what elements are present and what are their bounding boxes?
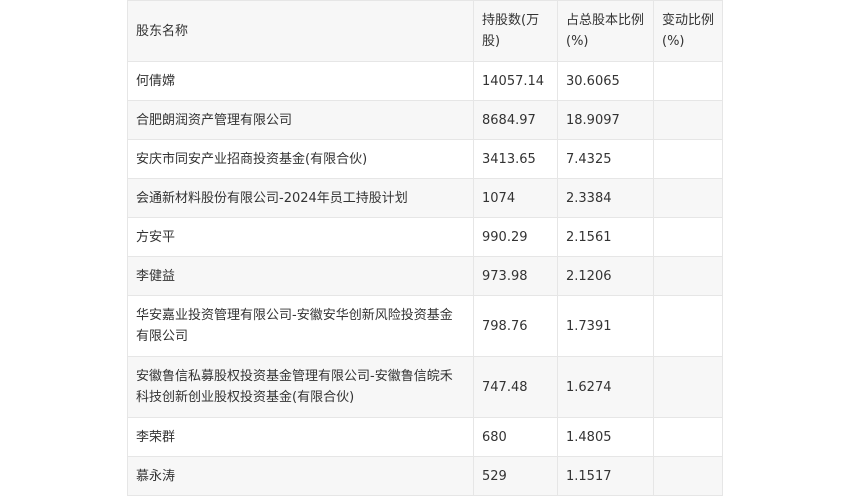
table-row: 方安平 990.29 2.1561 <box>127 217 723 257</box>
cell-ratio: 2.1561 <box>557 217 654 257</box>
cell-name: 华安嘉业投资管理有限公司-安徽安华创新风险投资基金有限公司 <box>127 295 474 357</box>
cell-name: 慕永涛 <box>127 456 474 496</box>
cell-name: 李健益 <box>127 256 474 296</box>
cell-shares: 8684.97 <box>473 100 558 140</box>
cell-change <box>653 217 723 257</box>
cell-ratio: 30.6065 <box>557 61 654 101</box>
header-change-ratio: 变动比例(%) <box>653 0 723 62</box>
cell-ratio: 1.6274 <box>557 356 654 418</box>
header-shares: 持股数(万股) <box>473 0 558 62</box>
cell-shares: 747.48 <box>473 356 558 418</box>
cell-name: 何倩嫦 <box>127 61 474 101</box>
cell-ratio: 2.3384 <box>557 178 654 218</box>
cell-change <box>653 456 723 496</box>
cell-shares: 680 <box>473 417 558 457</box>
cell-ratio: 1.4805 <box>557 417 654 457</box>
cell-change <box>653 356 723 418</box>
cell-ratio: 1.7391 <box>557 295 654 357</box>
cell-name: 李荣群 <box>127 417 474 457</box>
cell-name: 会通新材料股份有限公司-2024年员工持股计划 <box>127 178 474 218</box>
header-shareholder-name: 股东名称 <box>127 0 474 62</box>
cell-change <box>653 417 723 457</box>
cell-ratio: 1.1517 <box>557 456 654 496</box>
table-row: 李荣群 680 1.4805 <box>127 417 723 457</box>
cell-name: 方安平 <box>127 217 474 257</box>
table-row: 李健益 973.98 2.1206 <box>127 256 723 296</box>
cell-shares: 14057.14 <box>473 61 558 101</box>
cell-change <box>653 139 723 179</box>
cell-change <box>653 256 723 296</box>
table-row: 会通新材料股份有限公司-2024年员工持股计划 1074 2.3384 <box>127 178 723 218</box>
table-row: 何倩嫦 14057.14 30.6065 <box>127 61 723 101</box>
table-header-row: 股东名称 持股数(万股) 占总股本比例(%) 变动比例(%) <box>127 0 723 62</box>
cell-shares: 798.76 <box>473 295 558 357</box>
cell-ratio: 2.1206 <box>557 256 654 296</box>
cell-change <box>653 100 723 140</box>
cell-ratio: 18.9097 <box>557 100 654 140</box>
table-row: 安徽鲁信私募股权投资基金管理有限公司-安徽鲁信皖禾科技创新创业股权投资基金(有限… <box>127 356 723 418</box>
cell-shares: 529 <box>473 456 558 496</box>
cell-name: 安庆市同安产业招商投资基金(有限合伙) <box>127 139 474 179</box>
cell-change <box>653 61 723 101</box>
cell-name: 安徽鲁信私募股权投资基金管理有限公司-安徽鲁信皖禾科技创新创业股权投资基金(有限… <box>127 356 474 418</box>
table-row: 慕永涛 529 1.1517 <box>127 456 723 496</box>
cell-shares: 3413.65 <box>473 139 558 179</box>
cell-change <box>653 178 723 218</box>
cell-shares: 973.98 <box>473 256 558 296</box>
table-row: 合肥朗润资产管理有限公司 8684.97 18.9097 <box>127 100 723 140</box>
cell-change <box>653 295 723 357</box>
cell-shares: 1074 <box>473 178 558 218</box>
table-row: 华安嘉业投资管理有限公司-安徽安华创新风险投资基金有限公司 798.76 1.7… <box>127 295 723 357</box>
cell-shares: 990.29 <box>473 217 558 257</box>
cell-name: 合肥朗润资产管理有限公司 <box>127 100 474 140</box>
table-row: 安庆市同安产业招商投资基金(有限合伙) 3413.65 7.4325 <box>127 139 723 179</box>
cell-ratio: 7.4325 <box>557 139 654 179</box>
shareholders-table: 股东名称 持股数(万股) 占总股本比例(%) 变动比例(%) 何倩嫦 14057… <box>127 0 723 496</box>
header-share-ratio: 占总股本比例(%) <box>557 0 654 62</box>
